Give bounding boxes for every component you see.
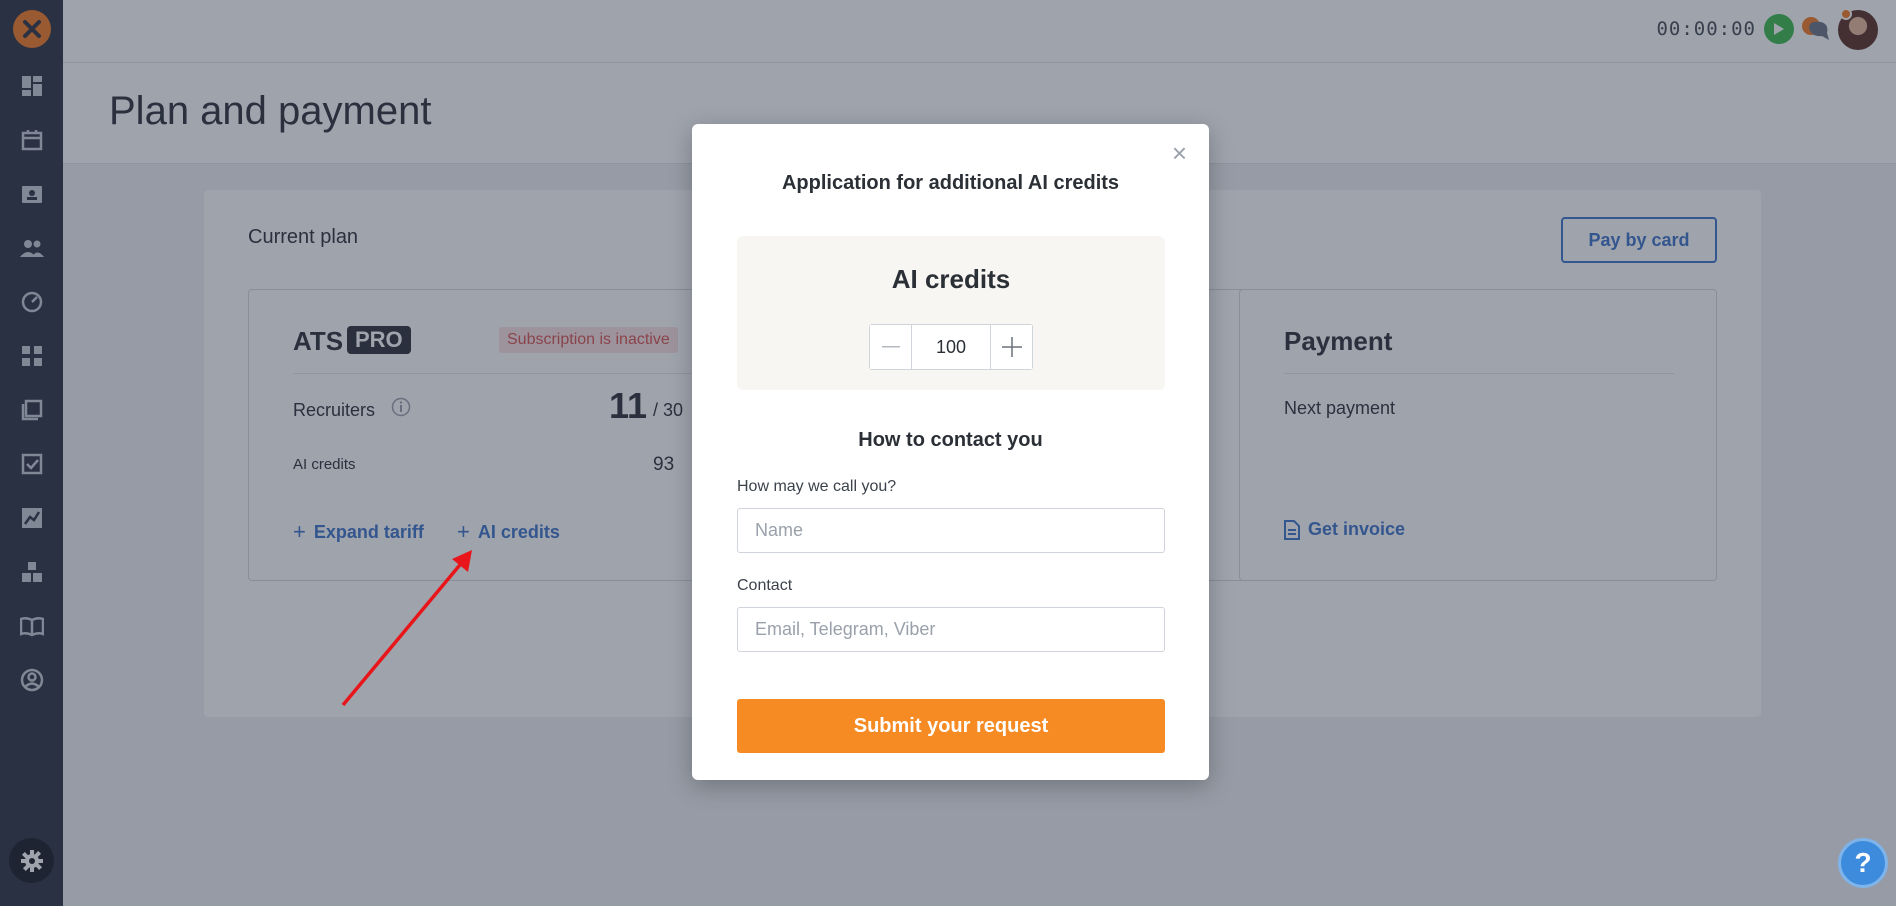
name-label: How may we call you?: [737, 478, 897, 495]
name-field[interactable]: Name: [737, 508, 1165, 553]
dialog-title: Application for additional AI credits: [781, 172, 1120, 194]
credits-stepper: 100: [869, 324, 1033, 370]
contact-heading: How to contact you: [858, 429, 1043, 451]
credits-panel: AI credits 100: [737, 236, 1165, 390]
credits-quantity[interactable]: 100: [912, 325, 990, 369]
close-icon[interactable]: ×: [1172, 140, 1187, 166]
decrement-button[interactable]: [870, 325, 912, 369]
submit-request-button[interactable]: Submit your request: [737, 699, 1165, 753]
help-button[interactable]: ?: [1838, 838, 1888, 888]
contact-field[interactable]: Email, Telegram, Viber: [737, 607, 1165, 652]
increment-button[interactable]: [990, 325, 1032, 369]
ai-credits-dialog: × Application for additional AI credits …: [692, 124, 1209, 780]
credits-heading: AI credits: [891, 264, 1011, 294]
contact-label: Contact: [737, 577, 793, 594]
